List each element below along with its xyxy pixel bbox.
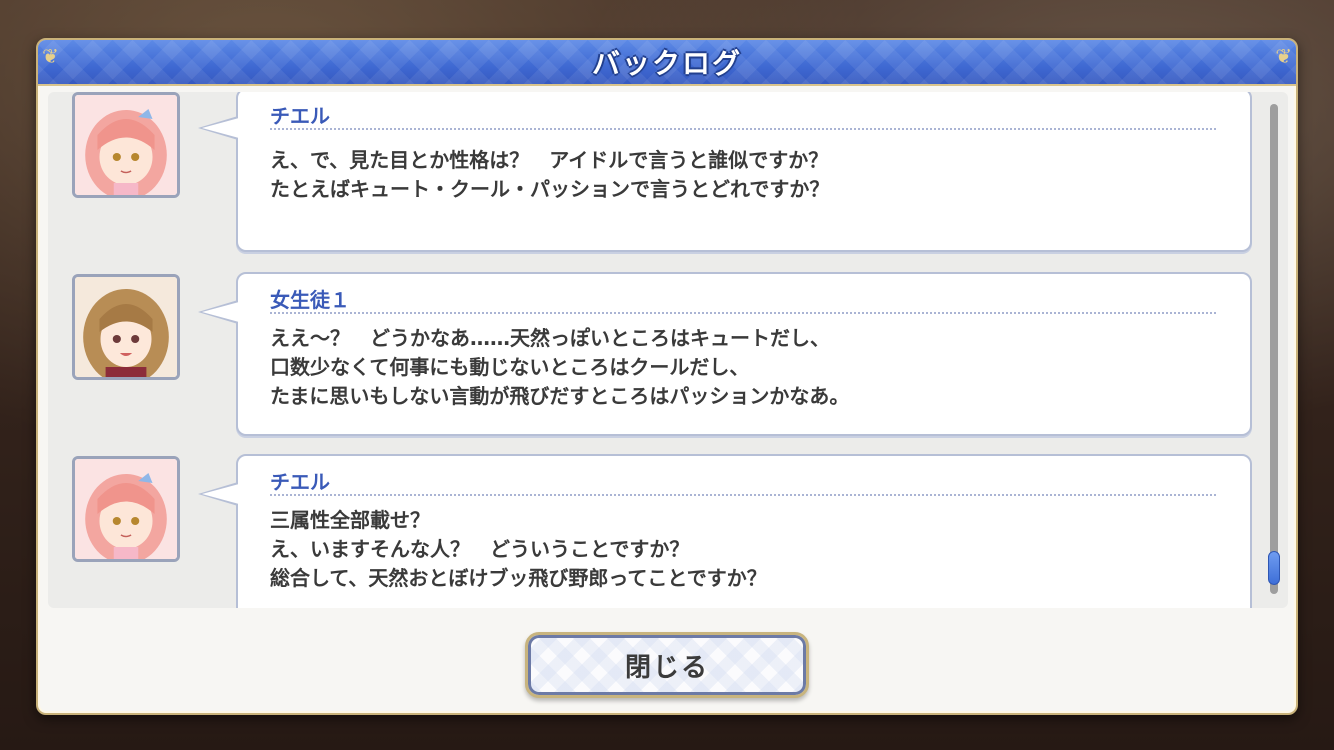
backlog-list[interactable]: チエル え、で、見た目とか性格は？ アイドルで言うと誰似ですか？ たとえばキュー…: [48, 92, 1288, 608]
speaker-name: チエル: [270, 470, 330, 494]
dialogue-line: え、で、見た目とか性格は？ アイドルで言うと誰似ですか？: [270, 148, 829, 172]
chieru-portrait-icon: [72, 92, 180, 198]
dialogue-bubble: 女生徒１ ええ～？ どうかなあ……天然っぽいところはキュートだし、 口数少なくて…: [198, 272, 1252, 436]
dialogue-line: 三属性全部載せ？: [270, 508, 430, 532]
close-button[interactable]: 閉じる: [525, 632, 809, 698]
dialogue-line: え、いますそんな人？ どういうことですか？: [270, 537, 690, 561]
log-entry: 女生徒１ ええ～？ どうかなあ……天然っぽいところはキュートだし、 口数少なくて…: [48, 272, 1258, 436]
backlog-dialog: ❦ バックログ ❦ チエル え、で、見た目とか性格は？ アイドルで言うと誰似です…: [36, 38, 1298, 715]
speaker-name: チエル: [270, 104, 330, 128]
corner-ornament-icon: ❦: [1275, 44, 1292, 68]
corner-ornament-icon: ❦: [42, 44, 59, 68]
chieru-portrait-icon: [72, 456, 180, 562]
divider: [270, 494, 1216, 496]
dialogue-line: たとえばキュート・クール・パッションで言うとどれですか？: [270, 177, 830, 201]
log-entry: チエル え、で、見た目とか性格は？ アイドルで言うと誰似ですか？ たとえばキュー…: [48, 92, 1258, 256]
divider: [270, 312, 1216, 314]
dialogue-line: 口数少なくて何事にも動じないところはクールだし、: [270, 355, 750, 379]
scrollbar[interactable]: [1268, 104, 1280, 594]
dialogue-text: 三属性全部載せ？ え、いますそんな人？ どういうことですか？ 総合して、天然おと…: [270, 506, 767, 593]
dialogue-text: え、で、見た目とか性格は？ アイドルで言うと誰似ですか？ たとえばキュート・クー…: [270, 146, 829, 204]
dialogue-bubble: チエル 三属性全部載せ？ え、いますそんな人？ どういうことですか？ 総合して、…: [198, 454, 1252, 608]
dialog-title: バックログ: [591, 47, 742, 80]
female-student-portrait-icon: [72, 274, 180, 380]
log-entry: チエル 三属性全部載せ？ え、いますそんな人？ どういうことですか？ 総合して、…: [48, 454, 1258, 608]
divider: [270, 128, 1216, 130]
dialogue-text: ええ～？ どうかなあ……天然っぽいところはキュートだし、 口数少なくて何事にも動…: [270, 324, 849, 411]
dialogue-line: たまに思いもしない言動が飛びだすところはパッションかなあ。: [270, 384, 850, 408]
speaker-name: 女生徒１: [270, 288, 350, 312]
dialogue-line: 総合して、天然おとぼけブッ飛び野郎ってことですか？: [270, 566, 767, 590]
close-button-label: 閉じる: [624, 652, 709, 683]
title-bar: ❦ バックログ ❦: [38, 40, 1296, 86]
scrollbar-thumb[interactable]: [1268, 551, 1280, 585]
dialogue-line: ええ～？ どうかなあ……天然っぽいところはキュートだし、: [270, 326, 830, 350]
dialogue-bubble: チエル え、で、見た目とか性格は？ アイドルで言うと誰似ですか？ たとえばキュー…: [198, 92, 1252, 252]
